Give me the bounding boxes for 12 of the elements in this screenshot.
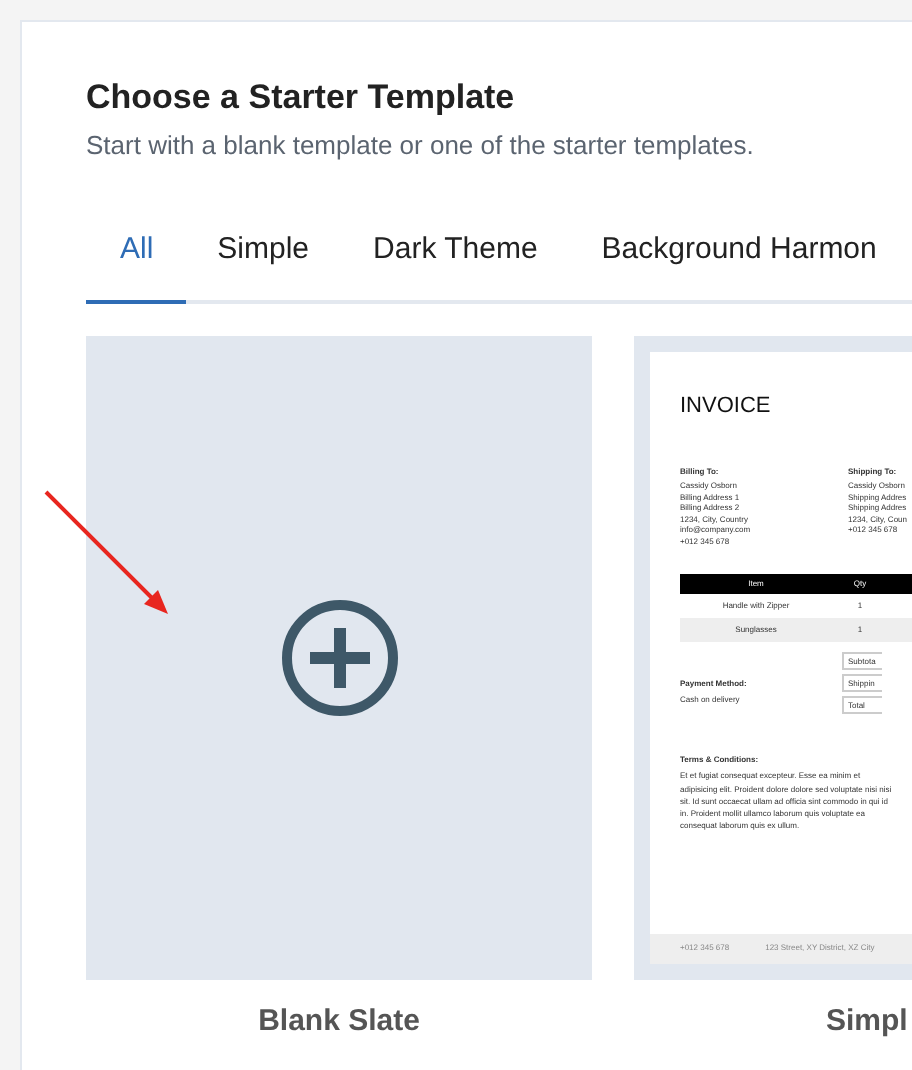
template-name: Simpl [824,1001,908,1042]
tab[interactable]: All [86,227,186,304]
tab[interactable]: Background Harmon [569,227,909,304]
tab[interactable]: Dark Theme [341,227,570,304]
template-name: Blank Slate [258,1001,420,1042]
add-icon [279,597,399,718]
invoice-title: INVOICE [680,393,773,418]
tab[interactable]: Simple [185,227,342,304]
dialog-title: Choose a Starter Template [86,78,517,119]
annotation-arrow [44,490,168,614]
template-thumbnail[interactable] [86,335,592,980]
dialog-subtitle: Start with a blank template or one of the starter templates. [86,128,756,165]
